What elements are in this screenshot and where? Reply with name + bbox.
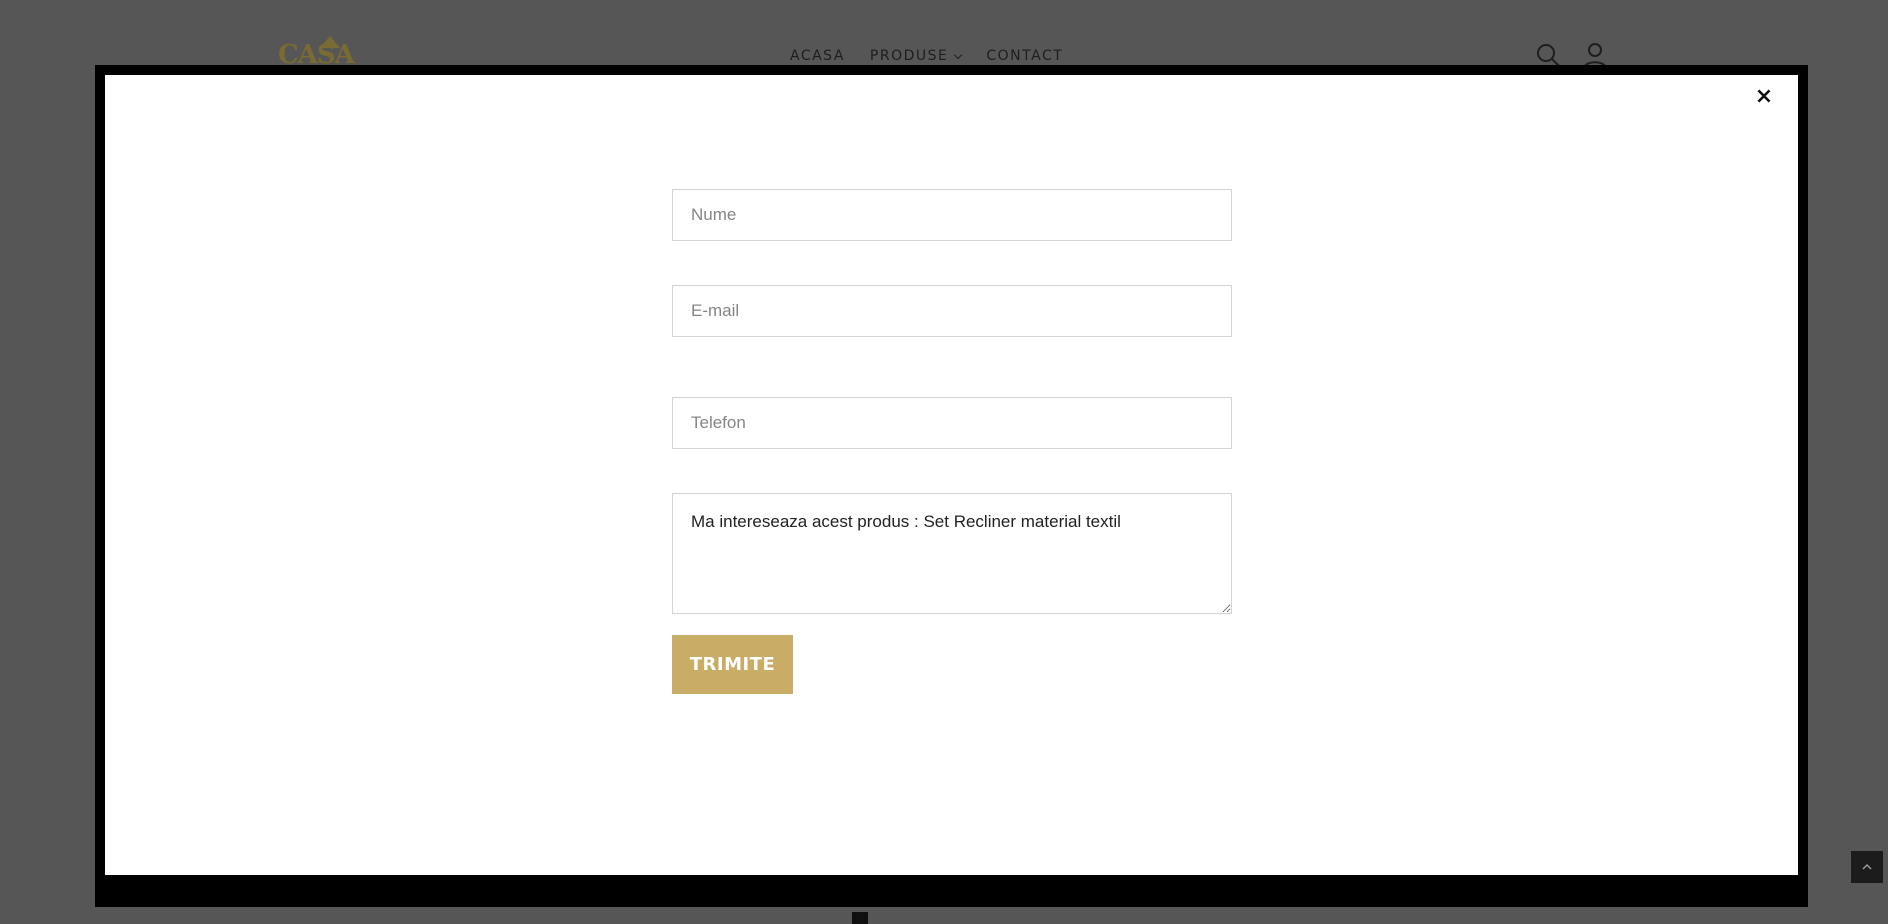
phone-field[interactable] [672, 397, 1232, 449]
footer-link[interactable] [852, 912, 868, 924]
contact-modal: × Ma intereseaza acest produs : Set Recl… [105, 75, 1798, 875]
close-icon[interactable]: × [1752, 85, 1776, 109]
message-field[interactable]: Ma intereseaza acest produs : Set Reclin… [672, 493, 1232, 614]
name-field[interactable] [672, 189, 1232, 241]
chevron-up-icon [1862, 863, 1872, 870]
nav-item-acasa[interactable]: ACASA [790, 48, 845, 64]
email-field[interactable] [672, 285, 1232, 337]
nav-item-contact[interactable]: CONTACT [986, 48, 1063, 64]
back-to-top-button[interactable] [1851, 851, 1883, 883]
logo-roof-shape [320, 36, 340, 48]
modal-frame: × Ma intereseaza acest produs : Set Recl… [95, 65, 1808, 907]
chevron-down-icon [954, 50, 963, 59]
footer-link-icon [852, 912, 868, 924]
submit-button[interactable]: TRIMITE [672, 635, 793, 694]
nav-item-produse[interactable]: PRODUSE [870, 48, 963, 64]
main-nav: ACASA PRODUSE CONTACT [790, 48, 1063, 64]
